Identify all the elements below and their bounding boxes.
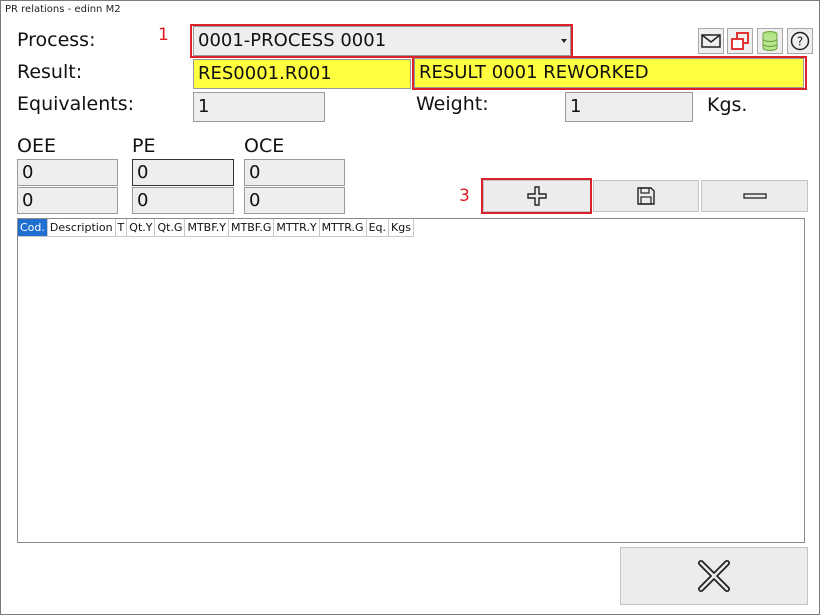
equivalents-label: Equivalents:	[17, 93, 135, 115]
save-icon	[637, 187, 655, 205]
highlight-box-3	[481, 178, 592, 214]
copy-windows-icon	[731, 32, 749, 50]
weight-unit-label: Kgs.	[707, 94, 748, 116]
remove-icon	[742, 193, 767, 199]
process-label: Process:	[17, 29, 96, 51]
help-button[interactable]: ?	[787, 28, 813, 54]
column-header-kgs[interactable]: Kgs	[389, 219, 414, 237]
mail-icon	[701, 34, 721, 48]
database-button[interactable]	[757, 28, 783, 54]
column-header-mttr-y[interactable]: MTTR.Y	[274, 219, 320, 237]
highlight-box-2	[412, 56, 807, 90]
annotation-1: 1	[158, 25, 169, 45]
oee-label: OEE	[17, 135, 56, 157]
windows-button[interactable]	[727, 28, 753, 54]
column-header-mttr-g[interactable]: MTTR.G	[319, 219, 367, 237]
remove-button[interactable]	[701, 180, 808, 212]
result-label: Result:	[17, 61, 83, 83]
column-header-description[interactable]: Description	[47, 219, 116, 237]
equivalents-field[interactable]: 1	[193, 92, 325, 122]
pe-label: PE	[132, 135, 156, 157]
highlight-box-1	[190, 24, 573, 58]
window-title: PR relations - edinn M2	[5, 4, 121, 15]
column-header-qt-y[interactable]: Qt.Y	[127, 219, 156, 237]
mail-button[interactable]	[698, 28, 724, 54]
annotation-3: 3	[459, 186, 470, 206]
column-header-mtbf-y[interactable]: MTBF.Y	[185, 219, 230, 237]
close-button[interactable]	[620, 547, 808, 605]
column-header-mtbf-g[interactable]: MTBF.G	[229, 219, 275, 237]
column-header-cod[interactable]: Cod.	[18, 219, 48, 237]
pe-field-bottom[interactable]: 0	[132, 187, 234, 214]
weight-label: Weight:	[416, 93, 489, 115]
weight-field[interactable]: 1	[565, 92, 693, 122]
relations-table[interactable]: Cod. Description T Qt.Y Qt.G MTBF.Y MTBF.G MTTR…	[17, 218, 805, 543]
column-header-t[interactable]: T	[115, 219, 128, 237]
oce-label: OCE	[244, 135, 285, 157]
save-button[interactable]	[593, 180, 699, 212]
help-icon: ?	[790, 31, 810, 51]
svg-text:?: ?	[797, 35, 803, 49]
close-icon	[698, 560, 730, 592]
oce-field-top[interactable]: 0	[244, 159, 345, 186]
result-code-field[interactable]: RES0001.R001	[193, 59, 411, 89]
oee-field-bottom[interactable]: 0	[17, 187, 118, 214]
column-header-qt-g[interactable]: Qt.G	[155, 219, 186, 237]
pr-relations-window: PR relations - edinn M2 Process: Result:…	[0, 0, 820, 615]
table-header: Cod. Description T Qt.Y Qt.G MTBF.Y MTBF.G MTTR…	[18, 219, 414, 237]
column-header-eq[interactable]: Eq.	[366, 219, 390, 237]
oce-field-bottom[interactable]: 0	[244, 187, 345, 214]
pe-field-top[interactable]: 0	[132, 159, 234, 186]
oee-field-top[interactable]: 0	[17, 159, 118, 186]
database-icon	[762, 31, 778, 51]
